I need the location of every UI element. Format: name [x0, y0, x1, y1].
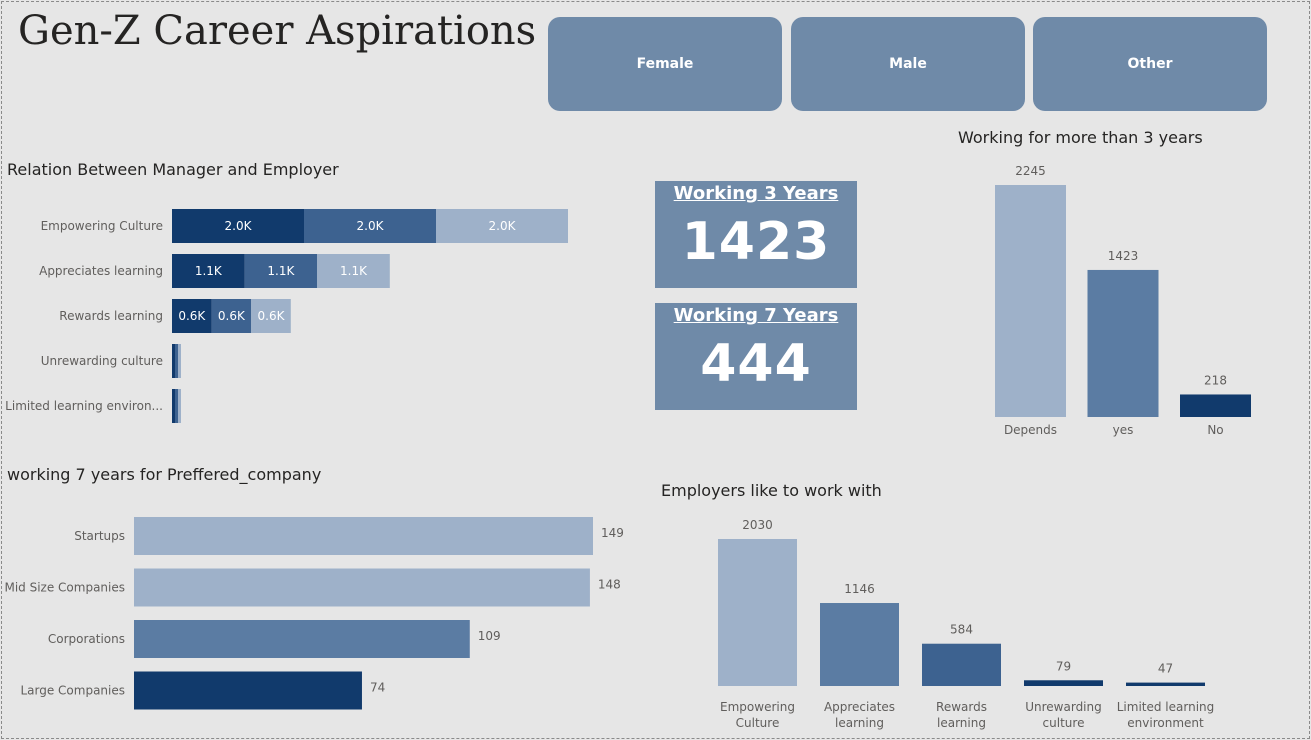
bar	[134, 671, 362, 710]
preferred-company-chart: Startups 149 Mid Size Companies 148 Corporat…	[4, 517, 624, 710]
data-label: 2245	[1015, 164, 1046, 178]
working-7-years-card: Working 7 Years 444	[655, 303, 857, 410]
category-label: culture	[1043, 716, 1085, 730]
category-label: Large Companies	[20, 684, 125, 698]
data-label: 0.6K	[258, 309, 286, 323]
category-label: learning	[835, 716, 884, 730]
page-title: Gen-Z Career Aspirations	[18, 8, 537, 54]
data-label: 2030	[742, 518, 773, 532]
bar	[134, 568, 590, 607]
category-label: Unrewarding	[1025, 700, 1102, 714]
bar-segment	[172, 344, 175, 378]
data-label: 79	[1056, 659, 1071, 673]
data-label: 0.6K	[218, 309, 246, 323]
data-label: 47	[1158, 662, 1173, 676]
data-label: 1.1K	[340, 264, 368, 278]
bar	[1180, 394, 1251, 417]
card-value: 1423	[681, 212, 831, 272]
category-label: No	[1207, 423, 1223, 437]
bar	[922, 643, 1001, 686]
bar-segment	[175, 344, 178, 378]
employers-chart-title: Employers like to work with	[661, 481, 882, 500]
data-label: 148	[598, 578, 621, 592]
category-label: Rewards learning	[59, 309, 163, 323]
category-label: Limited learning	[1117, 700, 1215, 714]
data-label: 1.1K	[267, 264, 295, 278]
category-label: Empowering Culture	[41, 219, 163, 233]
data-label: 0.6K	[178, 309, 206, 323]
bar-segment	[178, 389, 181, 423]
data-label: 1146	[844, 582, 875, 596]
category-label: Startups	[74, 529, 125, 543]
bar	[134, 620, 470, 658]
data-label: 74	[370, 681, 385, 695]
category-label: Corporations	[48, 632, 125, 646]
manager-relation-chart: Empowering Culture 2.0K 2.0K 2.0K Appreciate…	[5, 209, 568, 423]
category-label: yes	[1113, 423, 1134, 437]
employers-chart: 2030 Empowering Culture 1146 Appreciates lear…	[718, 518, 1215, 730]
bar	[995, 185, 1066, 417]
category-label: Appreciates	[824, 700, 895, 714]
data-label: 2.0K	[489, 219, 517, 233]
category-label: Culture	[736, 716, 780, 730]
data-label: 584	[950, 623, 973, 637]
bar-segment	[178, 344, 181, 378]
working-3-years-chart: 2245 Depends 1423 yes 218 No	[995, 164, 1251, 437]
bar-segment	[175, 389, 178, 423]
data-label: 218	[1204, 373, 1227, 387]
bar	[1087, 269, 1159, 417]
category-label: learning	[937, 716, 986, 730]
category-label: Mid Size Companies	[4, 581, 125, 595]
category-label: Rewards	[936, 700, 987, 714]
bar-segment	[172, 389, 175, 423]
tenure-chart-title: Working for more than 3 years	[958, 128, 1203, 147]
data-label: 1423	[1108, 249, 1139, 263]
category-label: Limited learning environ...	[5, 399, 163, 413]
data-label: 2.0K	[225, 219, 253, 233]
slicer-other-button[interactable]: Other	[1033, 17, 1267, 111]
card-label: Working 7 Years	[673, 305, 839, 326]
data-label: 2.0K	[357, 219, 385, 233]
working-3-years-card: Working 3 Years 1423	[655, 181, 857, 288]
card-value: 444	[700, 334, 812, 394]
company-chart-title: working 7 years for Preffered_company	[7, 465, 322, 484]
data-label: 149	[601, 526, 624, 540]
slicer-male-button[interactable]: Male	[791, 17, 1025, 111]
data-label: 109	[478, 629, 501, 643]
category-label: Depends	[1004, 423, 1057, 437]
card-label: Working 3 Years	[673, 183, 839, 204]
bar	[1024, 680, 1103, 686]
bar	[1126, 682, 1205, 686]
bar	[134, 517, 593, 555]
data-label: 1.1K	[195, 264, 223, 278]
category-label: Appreciates learning	[39, 264, 163, 278]
bar	[718, 539, 797, 686]
manager-chart-title: Relation Between Manager and Employer	[7, 160, 339, 179]
category-label: environment	[1127, 716, 1204, 730]
category-label: Unrewarding culture	[41, 354, 163, 368]
category-label: Empowering	[720, 700, 795, 714]
slicer-female-button[interactable]: Female	[548, 17, 782, 111]
bar	[820, 603, 899, 686]
